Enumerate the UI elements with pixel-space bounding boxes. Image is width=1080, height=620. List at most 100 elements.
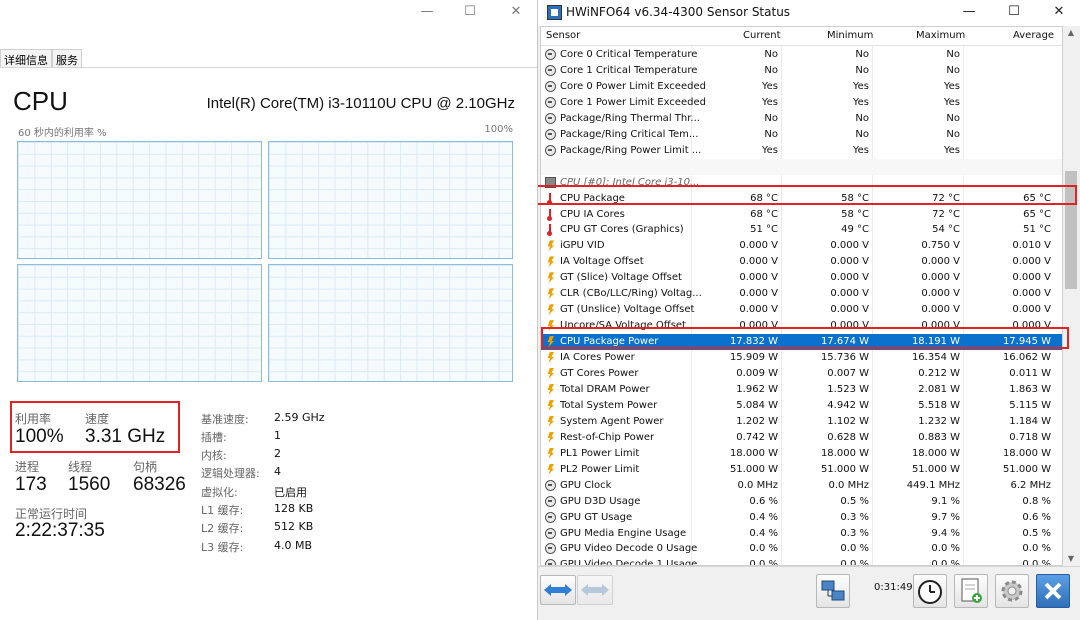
gauge-icon bbox=[545, 65, 556, 76]
tab-details[interactable]: 详细信息 bbox=[0, 49, 52, 68]
sensor-minimum: No bbox=[855, 65, 869, 76]
sensor-average: 0.010 V bbox=[1012, 240, 1051, 251]
cpu-graph-0 bbox=[17, 141, 262, 259]
task-manager-tabs: 详细信息 服务 bbox=[0, 49, 82, 68]
table-row[interactable]: Package/Ring Critical Tem...NoNoNo bbox=[541, 127, 1063, 143]
close-sensors-button[interactable] bbox=[1036, 574, 1070, 608]
cpu-graph-3 bbox=[268, 264, 513, 382]
table-row[interactable]: Rest-of-Chip Power0.742 W0.628 W0.883 W0… bbox=[541, 430, 1063, 446]
layout-toggle-button[interactable] bbox=[540, 575, 576, 605]
sensor-maximum: 1.232 W bbox=[918, 416, 960, 427]
table-row[interactable]: PL2 Power Limit51.000 W51.000 W51.000 W5… bbox=[541, 462, 1063, 478]
sensor-current: 0.4 % bbox=[749, 512, 778, 523]
table-row[interactable]: IA Cores Power15.909 W15.736 W16.354 W16… bbox=[541, 350, 1063, 366]
maximize-button[interactable]: ☐ bbox=[1002, 4, 1026, 20]
page-title: CPU bbox=[13, 86, 68, 117]
sensor-name: PL2 Power Limit bbox=[560, 464, 639, 475]
lightning-icon bbox=[545, 352, 556, 363]
sensor-maximum: 54 °C bbox=[932, 224, 960, 235]
table-row[interactable]: CPU IA Cores68 °C58 °C72 °C65 °C bbox=[541, 207, 1063, 223]
sensor-minimum: No bbox=[855, 129, 869, 140]
table-row[interactable]: GPU Media Engine Usage0.4 %0.3 %9.4 %0.5… bbox=[541, 526, 1063, 542]
sensor-name: CLR (CBo/LLC/Ring) Voltag... bbox=[560, 288, 702, 299]
processes-value: 173 bbox=[15, 474, 47, 496]
sensor-minimum: 0.3 % bbox=[840, 512, 869, 523]
scroll-down-icon[interactable]: ▼ bbox=[1066, 554, 1076, 564]
sensor-name: GPU Video Decode 1 Usage bbox=[560, 559, 697, 566]
sensor-spacer-row bbox=[541, 159, 1063, 175]
column-header-sensor[interactable]: Sensor bbox=[546, 30, 580, 41]
tabs-divider bbox=[0, 67, 537, 68]
spec-l2-value: 512 KB bbox=[274, 520, 313, 533]
table-row[interactable]: GPU Video Decode 1 Usage0.0 %0.0 %0.0 %0… bbox=[541, 557, 1063, 566]
sensor-maximum: 449.1 MHz bbox=[907, 480, 960, 491]
table-row[interactable]: Core 1 Power Limit ExceededYesYesYes bbox=[541, 95, 1063, 111]
sensor-name: GT (Unslice) Voltage Offset bbox=[560, 304, 694, 315]
minimize-button[interactable]: — bbox=[957, 4, 981, 20]
sensor-minimum: 0.3 % bbox=[840, 528, 869, 539]
table-row[interactable]: GPU D3D Usage0.6 %0.5 %9.1 %0.8 % bbox=[541, 494, 1063, 510]
table-row[interactable]: GT (Slice) Voltage Offset0.000 V0.000 V0… bbox=[541, 270, 1063, 286]
sensor-current: 0.000 V bbox=[739, 288, 778, 299]
window-title: HWiNFO64 v6.34-4300 Sensor Status bbox=[566, 5, 790, 19]
gauge-icon bbox=[545, 97, 556, 108]
sensor-minimum: 0.000 V bbox=[830, 288, 869, 299]
tab-services[interactable]: 服务 bbox=[52, 49, 82, 68]
table-row[interactable]: Package/Ring Power Limit ...YesYesYes bbox=[541, 143, 1063, 159]
table-row[interactable]: Package/Ring Thermal Thr...NoNoNo bbox=[541, 111, 1063, 127]
scroll-up-icon[interactable]: ▲ bbox=[1066, 28, 1076, 38]
close-button[interactable]: ✕ bbox=[1047, 4, 1071, 20]
close-button[interactable]: ✕ bbox=[504, 4, 528, 20]
logging-button[interactable] bbox=[954, 574, 988, 608]
table-row[interactable]: Core 0 Critical TemperatureNoNoNo bbox=[541, 47, 1063, 63]
table-row[interactable]: Total System Power5.084 W4.942 W5.518 W5… bbox=[541, 398, 1063, 414]
column-header-maximum[interactable]: Maximum bbox=[916, 30, 965, 41]
table-row[interactable]: GT (Unslice) Voltage Offset0.000 V0.000 … bbox=[541, 302, 1063, 318]
settings-button[interactable] bbox=[995, 574, 1029, 608]
table-row[interactable]: iGPU VID0.000 V0.000 V0.750 V0.010 V bbox=[541, 238, 1063, 254]
sensor-minimum: 15.736 W bbox=[821, 352, 869, 363]
sensor-maximum: 16.354 W bbox=[912, 352, 960, 363]
thermometer-icon bbox=[545, 224, 556, 235]
lightning-icon bbox=[545, 240, 556, 251]
network-button[interactable] bbox=[816, 574, 850, 608]
reset-timer-button[interactable] bbox=[913, 574, 947, 608]
table-row[interactable]: CLR (CBo/LLC/Ring) Voltag... 0.000 V 0.000… bbox=[541, 286, 1063, 302]
sensor-name: GPU Media Engine Usage bbox=[560, 528, 686, 539]
speed-value: 3.31 GHz bbox=[85, 426, 165, 448]
sensor-current: Yes bbox=[762, 145, 778, 156]
table-row[interactable]: GPU GT Usage0.4 %0.3 %9.7 %0.6 % bbox=[541, 510, 1063, 526]
sensor-current: 0.0 % bbox=[749, 543, 778, 554]
layout-toggle-disabled-button[interactable] bbox=[577, 575, 613, 605]
table-row[interactable]: IA Voltage Offset0.000 V0.000 V0.000 V0.… bbox=[541, 254, 1063, 270]
document-add-icon bbox=[955, 575, 987, 607]
table-row[interactable]: GT Cores Power0.009 W0.007 W0.212 W0.011… bbox=[541, 366, 1063, 382]
spec-l3-value: 4.0 MB bbox=[274, 539, 312, 552]
sensor-name: Core 1 Critical Temperature bbox=[560, 65, 697, 76]
sensor-maximum: 0.212 W bbox=[918, 368, 960, 379]
spec-l3-label: L3 缓存: bbox=[201, 539, 243, 555]
sensor-average: 0.5 % bbox=[1022, 528, 1051, 539]
sensor-average: 0.000 V bbox=[1012, 272, 1051, 283]
table-row[interactable]: Total DRAM Power1.962 W1.523 W2.081 W1.8… bbox=[541, 382, 1063, 398]
vertical-scrollbar[interactable]: ▲ ▼ bbox=[1063, 26, 1079, 566]
maximize-button[interactable]: ☐ bbox=[458, 4, 482, 20]
sensor-current: No bbox=[764, 113, 778, 124]
sensor-minimum: 0.0 % bbox=[840, 559, 869, 566]
lightning-icon bbox=[545, 464, 556, 475]
minimize-button[interactable]: — bbox=[415, 4, 439, 20]
table-row[interactable]: Core 1 Critical TemperatureNoNoNo bbox=[541, 63, 1063, 79]
column-header-minimum[interactable]: Minimum bbox=[827, 30, 873, 41]
column-header-average[interactable]: Average bbox=[1013, 30, 1054, 41]
sensor-minimum: 58 °C bbox=[841, 209, 869, 220]
table-row[interactable]: CPU GT Cores (Graphics)51 °C49 °C54 °C51… bbox=[541, 222, 1063, 238]
table-row[interactable]: GPU Video Decode 0 Usage0.0 %0.0 %0.0 %0… bbox=[541, 541, 1063, 557]
sensor-minimum: 0.628 W bbox=[827, 432, 869, 443]
table-row[interactable]: Core 0 Power Limit ExceededYesYesYes bbox=[541, 79, 1063, 95]
column-header-current[interactable]: Current bbox=[743, 30, 781, 41]
sensor-maximum: 0.0 % bbox=[931, 559, 960, 566]
table-row[interactable]: GPU Clock0.0 MHz0.0 MHz449.1 MHz6.2 MHz bbox=[541, 478, 1063, 494]
table-row[interactable]: System Agent Power1.202 W1.102 W1.232 W1… bbox=[541, 414, 1063, 430]
desktop-screenshot: — ☐ ✕ 详细信息 服务 CPU Intel(R) Core(TM) i3-1… bbox=[0, 0, 1080, 620]
table-row[interactable]: PL1 Power Limit18.000 W18.000 W18.000 W1… bbox=[541, 446, 1063, 462]
